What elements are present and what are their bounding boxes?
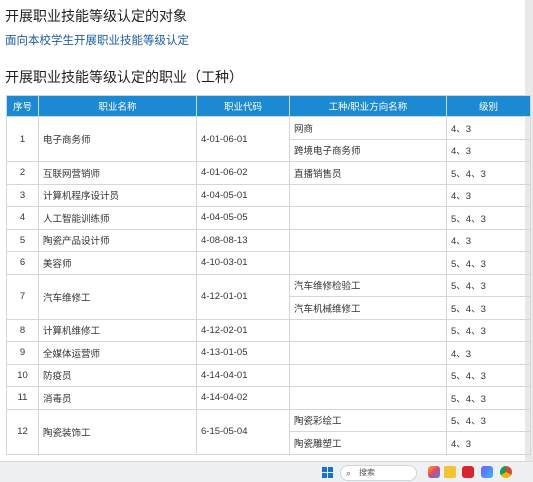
row-no: 9 [6,341,39,365]
header-name: 职业名称 [38,95,197,117]
row-direction: 陶瓷彩绘工 [289,408,447,432]
row-code: 4-01-06-01 [196,116,290,162]
row-code: 4-01-06-02 [196,161,290,185]
row-direction [289,228,447,252]
row-level: 5、4、3 [446,251,531,275]
header-code: 职业代码 [196,95,290,117]
row-level: 5、4、3 [446,296,531,320]
row-code: 4-10-03-01 [196,251,290,275]
colorful-app-icon[interactable] [428,466,440,478]
row-level: 5、4、3 [446,206,531,230]
row-name: 计算机程序设计员 [38,183,197,207]
row-direction [289,386,447,410]
row-name: 美容师 [38,251,197,275]
row-level: 5、4、3 [446,363,531,387]
row-direction: 直播销售员 [289,161,447,185]
row-code: 4-04-05-05 [196,206,290,230]
row-name: 汽车维修工 [38,273,197,320]
row-no: 3 [6,183,39,207]
row-code: 4-12-02-01 [196,318,290,342]
row-direction [289,341,447,365]
row-direction [289,206,447,230]
row-no: 10 [6,363,39,387]
row-direction: 汽车机械维修工 [289,296,447,320]
row-level: 5、4、3 [446,408,531,432]
search-icon: ⌕ [346,468,352,478]
table-row: 9 全媒体运营师 4-13-01-05 4、3 [6,341,531,365]
row-code: 4-13-01-05 [196,341,290,365]
header-level: 级别 [446,95,531,117]
row-code: 6-15-05-04 [196,408,290,455]
row-direction: 陶瓷雕塑工 [289,431,447,455]
row-name: 防疫员 [38,363,197,387]
section-title-target: 开展职业技能等级认定的对象 [5,8,187,24]
row-no: 1 [6,116,39,162]
row-direction: 网商 [289,116,447,140]
section-subtitle-link[interactable]: 面向本校学生开展职业技能等级认定 [5,32,189,48]
taskbar-search-box[interactable]: ⌕ 搜索 [340,465,417,481]
table-row: 7 汽车维修工 4-12-01-01 汽车维修检验工 5、4、3 [6,273,531,320]
row-level: 4、3 [446,116,531,140]
table-row: 6 美容师 4-10-03-01 5、4、3 [6,251,531,275]
row-code: 4-12-01-01 [196,273,290,320]
row-name: 互联网营销师 [38,161,197,185]
row-direction [289,183,447,207]
ai-assistant-icon[interactable] [481,466,493,478]
row-level: 4、3 [446,183,531,207]
row-name: 陶瓷产品设计师 [38,228,197,252]
row-level: 5、4、3 [446,161,531,185]
row-no: 11 [6,386,39,410]
search-label: 搜索 [359,468,375,477]
row-no: 7 [6,273,39,320]
row-no: 2 [6,161,39,185]
table-row: 1 电子商务师 4-01-06-01 网商 4、3 [6,116,531,162]
row-level: 4、3 [446,341,531,365]
table-row: 12 陶瓷装饰工 6-15-05-04 陶瓷彩绘工 5、4、3 [6,408,531,455]
table-row: 5 陶瓷产品设计师 4-08-08-13 4、3 [6,228,531,252]
row-level: 4、3 [446,228,531,252]
row-name: 人工智能训练师 [38,206,197,230]
table-row: 8 计算机维修工 4-12-02-01 5、4、3 [6,318,531,342]
table-row: 4 人工智能训练师 4-04-05-05 5、4、3 [6,206,531,230]
row-direction [289,363,447,387]
occupation-table: 序号 职业名称 职业代码 工种/职业方向名称 级别 1 电子商务师 4-01-0… [6,95,531,455]
windows-start-icon[interactable] [322,467,334,479]
row-name: 全媒体运营师 [38,341,197,365]
header-direction: 工种/职业方向名称 [289,95,447,117]
row-no: 4 [6,206,39,230]
row-level: 5、4、3 [446,318,531,342]
row-no: 5 [6,228,39,252]
table-row: 2 互联网营销师 4-01-06-02 直播销售员 5、4、3 [6,161,531,185]
file-explorer-icon[interactable] [444,466,456,478]
chrome-icon[interactable] [500,466,512,478]
table-row: 10 防疫员 4-14-04-01 5、4、3 [6,363,531,387]
row-code: 4-04-05-01 [196,183,290,207]
row-name: 电子商务师 [38,116,197,162]
row-code: 4-14-04-02 [196,386,290,410]
row-direction: 跨境电子商务师 [289,138,447,162]
row-level: 4、3 [446,138,531,162]
row-direction [289,318,447,342]
row-direction [289,251,447,275]
table-row: 11 消毒员 4-14-04-02 5、4、3 [6,386,531,410]
row-level: 5、4、3 [446,273,531,297]
row-name: 消毒员 [38,386,197,410]
row-name: 陶瓷装饰工 [38,408,197,455]
table-row: 3 计算机程序设计员 4-04-05-01 4、3 [6,183,531,207]
section-title-occupations: 开展职业技能等级认定的职业（工种） [5,69,243,85]
row-no: 6 [6,251,39,275]
row-no: 12 [6,408,39,455]
row-no: 8 [6,318,39,342]
row-name: 计算机维修工 [38,318,197,342]
header-no: 序号 [6,95,39,117]
taskbar: ⌕ 搜索 [0,461,533,482]
row-code: 4-14-04-01 [196,363,290,387]
table-header-row: 序号 职业名称 职业代码 工种/职业方向名称 级别 [6,95,531,117]
row-level: 5、4、3 [446,386,531,410]
row-code: 4-08-08-13 [196,228,290,252]
row-level: 4、3 [446,431,531,455]
row-direction: 汽车维修检验工 [289,273,447,297]
wps-icon[interactable] [462,466,474,478]
